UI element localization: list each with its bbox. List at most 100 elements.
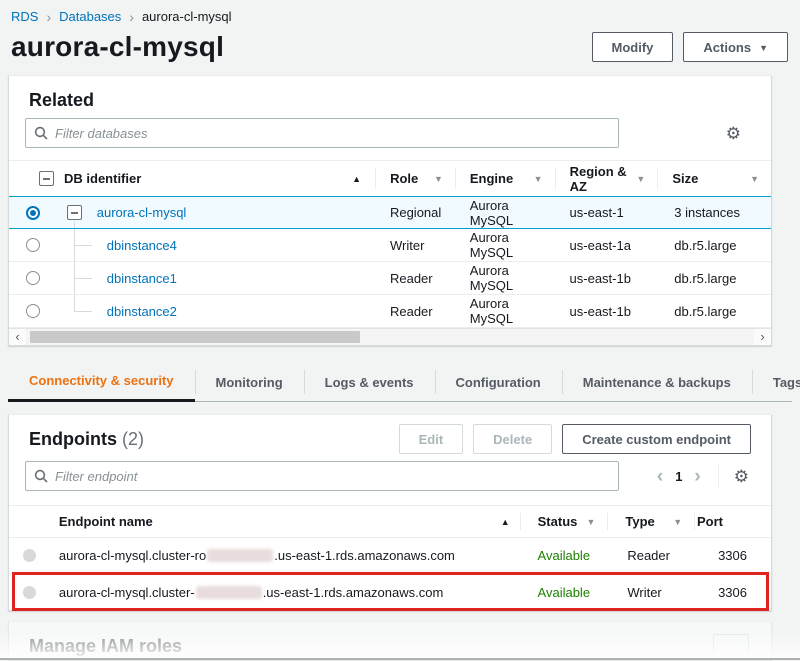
cell-region: us-east-1b <box>555 271 658 286</box>
radio-unselected[interactable] <box>26 271 40 285</box>
page-number[interactable]: 1 <box>669 469 688 484</box>
filter-dropdown-icon: ▼ <box>534 174 555 184</box>
column-type[interactable]: Type ▼ <box>607 506 694 537</box>
delete-button[interactable]: Delete <box>473 424 552 454</box>
endpoints-title: Endpoints(2) <box>29 429 144 450</box>
column-engine[interactable]: Engine ▼ <box>455 161 555 196</box>
radio-unselected[interactable] <box>26 238 40 252</box>
edit-button[interactable]: Edit <box>399 424 464 454</box>
endpoint-filter-box <box>25 461 619 491</box>
column-region-az[interactable]: Region & AZ ▼ <box>555 161 658 196</box>
related-settings-gear-icon[interactable]: ⚙ <box>720 123 747 144</box>
cell-role: Reader <box>375 304 455 319</box>
radio-disabled[interactable] <box>23 549 36 562</box>
scrollbar-thumb[interactable] <box>30 331 360 343</box>
table-row-instance[interactable]: dbinstance4 Writer Aurora MySQL us-east-… <box>9 229 771 262</box>
column-role[interactable]: Role ▼ <box>375 161 455 196</box>
collapse-row-icon[interactable] <box>67 205 82 220</box>
sort-ascending-icon: ▲ <box>501 517 510 527</box>
column-port[interactable]: Port <box>694 506 771 537</box>
page-title: aurora-cl-mysql <box>11 31 224 63</box>
breadcrumb-current: aurora-cl-mysql <box>142 9 232 24</box>
endpoints-table-header: Endpoint name ▲ Status ▼ Type ▼ Port <box>9 506 771 538</box>
iam-roles-title: Manage IAM roles <box>9 622 771 657</box>
db-instance-link[interactable]: dbinstance2 <box>107 304 177 319</box>
iam-roles-card: Manage IAM roles <box>8 621 772 661</box>
previous-page-icon[interactable]: ‹ <box>651 467 669 486</box>
tab-tags[interactable]: Tags <box>752 362 800 402</box>
tab-connectivity-security[interactable]: Connectivity & security <box>8 362 195 402</box>
scroll-right-icon[interactable]: › <box>754 329 771 345</box>
cell-port: 3306 <box>694 548 771 563</box>
db-instance-link[interactable]: dbinstance4 <box>107 238 177 253</box>
radio-selected[interactable] <box>26 206 40 220</box>
related-table: DB identifier ▲ Role ▼ Engine ▼ Region &… <box>9 160 771 345</box>
related-filter-input[interactable] <box>55 126 610 141</box>
endpoint-row-reader[interactable]: aurora-cl-mysql.cluster-ro.us-east-1.rds… <box>9 538 771 574</box>
cell-role: Writer <box>375 238 455 253</box>
filter-dropdown-icon: ▼ <box>673 517 694 527</box>
search-icon <box>34 469 48 483</box>
sort-ascending-icon: ▲ <box>352 174 361 184</box>
chevron-right-icon: › <box>46 11 51 23</box>
chevron-right-icon: › <box>129 11 134 23</box>
table-row-cluster[interactable]: aurora-cl-mysql Regional Aurora MySQL us… <box>9 196 771 229</box>
endpoint-filter-input[interactable] <box>55 469 610 484</box>
column-db-identifier[interactable]: DB identifier ▲ <box>54 171 375 186</box>
breadcrumb-rds[interactable]: RDS <box>11 9 38 24</box>
endpoint-name: aurora-cl-mysql.cluster-.us-east-1.rds.a… <box>51 585 443 600</box>
filter-dropdown-icon: ▼ <box>750 174 771 184</box>
column-endpoint-name[interactable]: Endpoint name ▲ <box>51 514 520 529</box>
page-header: aurora-cl-mysql Modify Actions ▼ <box>0 24 800 63</box>
cell-region: us-east-1b <box>555 304 658 319</box>
cell-engine: Aurora MySQL <box>455 230 555 260</box>
tab-logs-events[interactable]: Logs & events <box>304 362 435 402</box>
cell-engine: Aurora MySQL <box>455 198 555 228</box>
breadcrumb: RDS › Databases › aurora-cl-mysql <box>0 0 800 24</box>
column-status[interactable]: Status ▼ <box>520 506 608 537</box>
table-row-instance[interactable]: dbinstance2 Reader Aurora MySQL us-east-… <box>9 295 771 328</box>
cell-engine: Aurora MySQL <box>455 263 555 293</box>
radio-unselected[interactable] <box>26 304 40 318</box>
status-badge: Available <box>520 548 608 563</box>
search-icon <box>34 126 48 140</box>
tab-monitoring[interactable]: Monitoring <box>195 362 304 402</box>
related-table-header: DB identifier ▲ Role ▼ Engine ▼ Region &… <box>9 161 771 197</box>
create-custom-endpoint-button[interactable]: Create custom endpoint <box>562 424 751 454</box>
table-row-instance[interactable]: dbinstance1 Reader Aurora MySQL us-east-… <box>9 262 771 295</box>
redacted-text <box>196 586 262 599</box>
scroll-left-icon[interactable]: ‹ <box>9 329 26 345</box>
cell-type: Reader <box>607 548 694 563</box>
endpoint-row-writer[interactable]: aurora-cl-mysql.cluster-.us-east-1.rds.a… <box>9 574 771 610</box>
pagination: ‹ 1 › ⚙ <box>651 465 755 487</box>
related-title: Related <box>29 90 94 111</box>
modify-button[interactable]: Modify <box>592 32 674 62</box>
db-instance-link[interactable]: dbinstance1 <box>107 271 177 286</box>
filter-dropdown-icon: ▼ <box>586 517 607 527</box>
detail-tabs: Connectivity & security Monitoring Logs … <box>8 362 792 402</box>
radio-disabled[interactable] <box>23 586 36 599</box>
db-cluster-link[interactable]: aurora-cl-mysql <box>97 205 187 220</box>
iam-settings-button[interactable] <box>713 634 749 661</box>
filter-dropdown-icon: ▼ <box>434 174 455 184</box>
actions-button-label: Actions <box>703 40 751 55</box>
collapse-all-icon[interactable] <box>39 171 54 186</box>
tab-maintenance-backups[interactable]: Maintenance & backups <box>562 362 752 402</box>
chevron-down-icon: ▼ <box>759 43 768 53</box>
endpoints-table: Endpoint name ▲ Status ▼ Type ▼ Port aur… <box>9 505 771 610</box>
column-size[interactable]: Size ▼ <box>657 161 771 196</box>
cell-engine: Aurora MySQL <box>455 296 555 326</box>
endpoint-name: aurora-cl-mysql.cluster-ro.us-east-1.rds… <box>51 548 455 563</box>
filter-dropdown-icon: ▼ <box>636 174 657 184</box>
tab-configuration[interactable]: Configuration <box>435 362 562 402</box>
cell-type: Writer <box>607 585 694 600</box>
endpoints-card: Endpoints(2) Edit Delete Create custom e… <box>8 414 772 611</box>
horizontal-scrollbar: ‹ › <box>9 328 771 345</box>
actions-button[interactable]: Actions ▼ <box>683 32 788 62</box>
breadcrumb-databases[interactable]: Databases <box>59 9 121 24</box>
header-buttons: Modify Actions ▼ <box>592 32 788 62</box>
next-page-icon[interactable]: › <box>688 467 706 486</box>
related-card: Related ⚙ DB identifier ▲ Role ▼ Engine <box>8 75 772 346</box>
endpoints-settings-gear-icon[interactable]: ⚙ <box>728 466 755 487</box>
scrollbar-track[interactable] <box>26 329 754 345</box>
